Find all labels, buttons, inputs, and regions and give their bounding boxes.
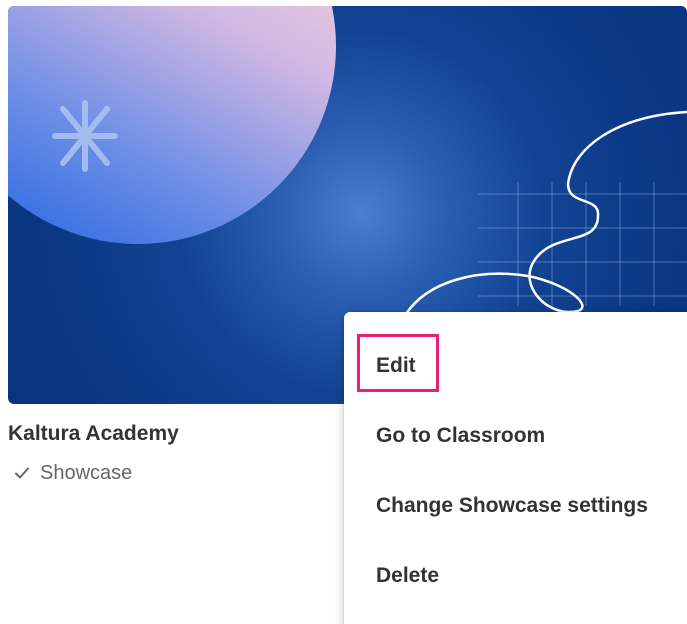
menu-item-go-to-classroom[interactable]: Go to Classroom [376, 422, 545, 450]
decorative-curve [404, 110, 687, 316]
check-icon [15, 467, 29, 479]
asterisk-icon [52, 100, 118, 172]
screen: Kaltura Academy Showcase Edit Go to Clas… [0, 0, 687, 624]
menu-item-delete[interactable]: Delete [376, 562, 439, 590]
card-title[interactable]: Kaltura Academy [8, 420, 179, 448]
showcase-label: Showcase [40, 462, 133, 484]
context-menu: Edit Go to Classroom Change Showcase set… [344, 312, 687, 624]
menu-item-edit[interactable]: Edit [376, 352, 416, 380]
menu-item-change-showcase-settings[interactable]: Change Showcase settings [376, 492, 648, 520]
decorative-circle [8, 6, 336, 244]
showcase-status: Showcase [14, 460, 132, 486]
